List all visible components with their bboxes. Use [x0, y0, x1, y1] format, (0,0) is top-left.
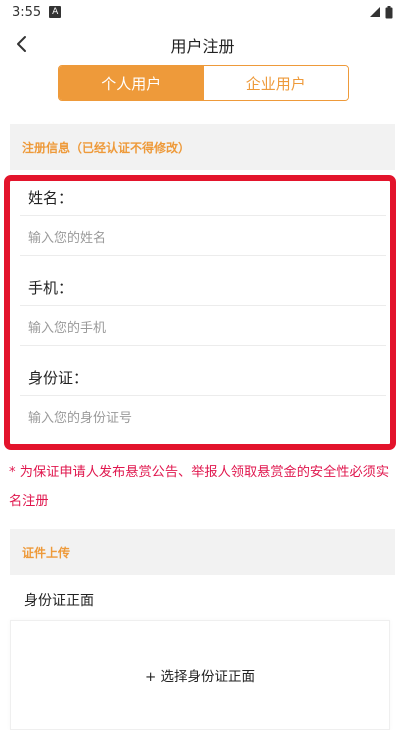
id-front-upload-button[interactable]: + 选择身份证正面 — [10, 620, 390, 730]
tab-personal-user[interactable]: 个人用户 — [59, 66, 204, 100]
divider — [20, 345, 386, 346]
id-front-label: 身份证正面 — [24, 593, 94, 609]
id-card-input[interactable] — [28, 406, 384, 430]
tab-enterprise-user[interactable]: 企业用户 — [203, 66, 348, 100]
divider — [20, 215, 386, 216]
phone-label: 手机： — [28, 279, 74, 297]
name-input[interactable] — [28, 226, 384, 250]
divider — [20, 305, 386, 306]
signal-icon — [370, 7, 380, 17]
notification-icon: A — [49, 6, 62, 18]
registration-info-header: 注册信息（已经认证不得修改） — [10, 124, 395, 170]
status-bar: 3:55 A — [0, 0, 405, 24]
status-time: 3:55 — [12, 4, 42, 20]
document-upload-header: 证件上传 — [10, 529, 395, 575]
registration-form: 姓名： 手机： 身份证： — [4, 175, 396, 450]
name-label: 姓名： — [28, 189, 74, 207]
real-name-notice: * 为保证申请人发布悬赏公告、举报人领取悬赏金的安全性必须实名注册 — [9, 465, 390, 509]
status-indicators — [369, 5, 393, 19]
id-card-label: 身份证： — [28, 369, 89, 387]
battery-icon — [385, 5, 393, 18]
nav-bar: 用户注册 — [0, 24, 405, 64]
user-type-tabs: 个人用户 企业用户 — [58, 65, 349, 101]
divider — [20, 395, 386, 396]
phone-input[interactable] — [28, 316, 384, 340]
divider — [20, 255, 386, 256]
page-title: 用户注册 — [170, 37, 235, 56]
id-front-upload-label: + 选择身份证正面 — [144, 669, 256, 685]
